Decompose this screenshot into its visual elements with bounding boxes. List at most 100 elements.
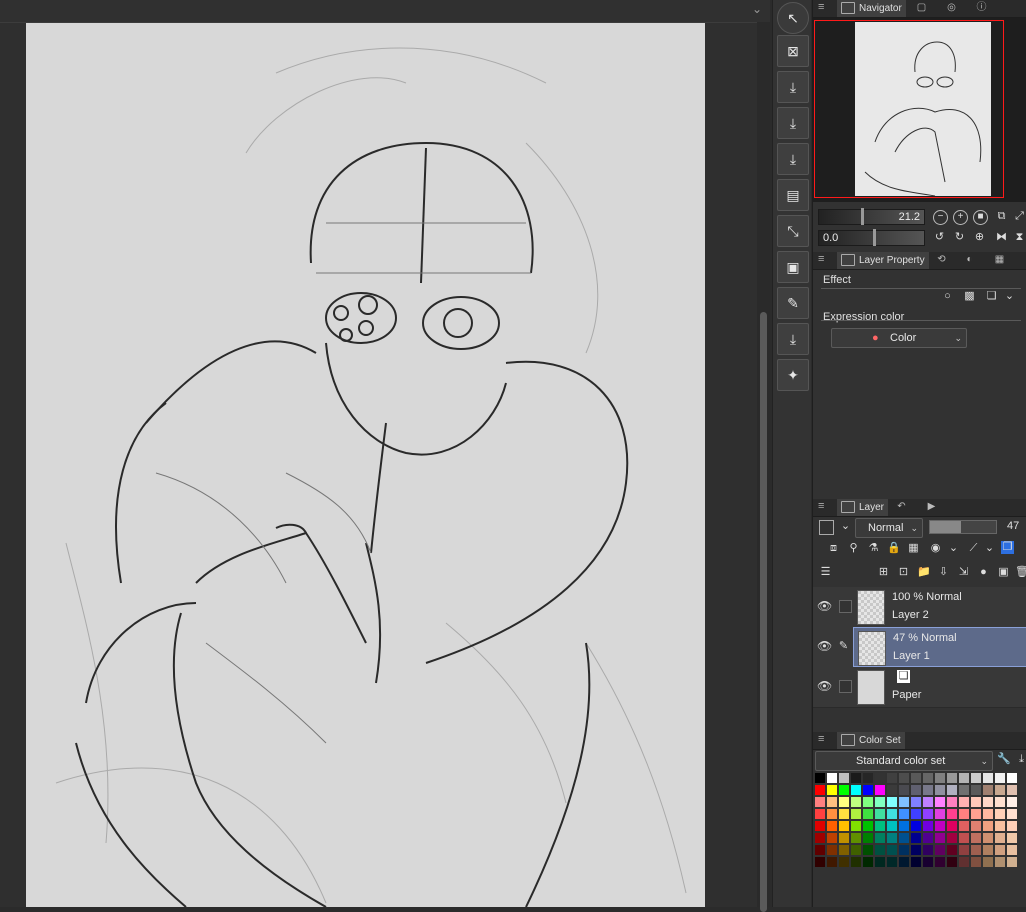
lock-icon[interactable]: 🔒 [887,542,901,555]
color-swatch[interactable] [995,785,1005,795]
color-swatch[interactable] [899,845,909,855]
color-swatch[interactable] [947,857,957,867]
color-swatch[interactable] [899,809,909,819]
color-swatch[interactable] [983,785,993,795]
color-swatch[interactable] [887,797,897,807]
color-swatch[interactable] [959,785,969,795]
color-swatch[interactable] [947,833,957,843]
color-swatch[interactable] [923,845,933,855]
color-swatch[interactable] [827,797,837,807]
color-swatch[interactable] [839,809,849,819]
flip-vertical-icon[interactable]: ⧗ [1013,231,1026,244]
color-swatch[interactable] [911,833,921,843]
color-swatch[interactable] [947,845,957,855]
chevron-down-icon[interactable]: ⌄ [983,542,996,555]
color-swatch[interactable] [875,773,885,783]
color-swatch[interactable] [959,833,969,843]
color-swatch[interactable] [983,845,993,855]
layer-color-icon[interactable]: ❐ [1001,541,1014,554]
tab-color-set[interactable]: Color Set [837,732,905,749]
color-swatch[interactable] [1007,833,1017,843]
color-swatch[interactable] [827,785,837,795]
info-icon[interactable]: ⓘ [975,2,988,14]
color-swatch[interactable] [887,821,897,831]
color-swatch[interactable] [923,809,933,819]
close-file-icon[interactable]: ⊠ [777,35,809,67]
color-swatch[interactable] [875,809,885,819]
color-swatch[interactable] [971,833,981,843]
menu-icon[interactable]: ≡ [818,733,824,745]
transform-icon[interactable]: ⤡ [777,215,809,247]
color-swatch[interactable] [995,857,1005,867]
tone-effect-icon[interactable]: ▩ [963,290,976,303]
eye-icon[interactable]: 👁 [817,599,832,613]
color-swatch[interactable] [911,773,921,783]
eye-icon[interactable]: 👁 [817,639,832,653]
color-swatch[interactable] [887,857,897,867]
color-swatch[interactable] [995,809,1005,819]
color-swatch[interactable] [839,845,849,855]
color-swatch[interactable] [983,857,993,867]
color-swatch[interactable] [935,773,945,783]
chevron-down-icon[interactable]: ⌄ [1003,290,1016,303]
color-swatch[interactable] [899,821,909,831]
color-swatch[interactable] [983,833,993,843]
color-swatch[interactable] [887,833,897,843]
edit-icon[interactable]: ✎ [777,287,809,319]
color-swatch[interactable] [911,809,921,819]
layout-icon[interactable]: ▤ [777,179,809,211]
color-swatch[interactable] [827,845,837,855]
color-swatch[interactable] [839,821,849,831]
color-swatch[interactable] [947,773,957,783]
color-swatch[interactable] [887,785,897,795]
layer-color-icon[interactable]: ❏ [985,290,998,303]
layer-color-toggle[interactable] [819,520,834,535]
color-swatch[interactable] [923,797,933,807]
new-folder-icon[interactable]: 📁 [917,566,931,579]
color-swatch[interactable] [815,845,825,855]
new-raster-layer-icon[interactable]: ⊞ [877,566,890,579]
color-swatch[interactable] [935,785,945,795]
color-swatch[interactable] [851,821,861,831]
color-swatch[interactable] [935,833,945,843]
color-swatch[interactable] [959,809,969,819]
opacity-slider[interactable] [929,520,997,534]
download-icon[interactable]: ⤓ [1015,753,1026,766]
mask-icon[interactable]: ◉ [929,542,942,555]
tab-navigator[interactable]: Navigator [837,0,906,17]
color-swatch-grid[interactable] [815,773,1022,868]
color-swatch[interactable] [827,821,837,831]
import-icon[interactable]: ⤓ [777,71,809,103]
menu-icon[interactable]: ≡ [818,253,824,265]
color-swatch[interactable] [983,797,993,807]
export-icon[interactable]: ⤓ [777,107,809,139]
fit-navigator-icon[interactable]: ⤢ [1013,210,1026,223]
color-swatch[interactable] [827,809,837,819]
color-swatch[interactable] [875,845,885,855]
zoom-in-icon[interactable]: + [953,210,968,225]
color-swatch[interactable] [935,809,945,819]
vertical-scrollbar[interactable] [757,22,770,912]
color-swatch[interactable] [995,821,1005,831]
color-swatch[interactable] [947,797,957,807]
color-swatch[interactable] [899,857,909,867]
transfer-down-icon[interactable]: ⇩ [937,566,950,579]
color-swatch[interactable] [1007,785,1017,795]
color-swatch[interactable] [923,785,933,795]
color-swatch[interactable] [839,773,849,783]
apply-mask-icon[interactable]: ▣ [997,566,1010,579]
color-swatch[interactable] [911,785,921,795]
tab-icon-2[interactable]: ◐ [963,254,976,266]
save-icon[interactable]: ⤓ [777,143,809,175]
auto-action-icon[interactable]: ▶ [925,501,938,513]
border-effect-icon[interactable]: ○ [941,290,954,303]
layer-row[interactable]: 👁 ✎ 47 % Normal Layer 1 [813,627,1026,668]
color-swatch[interactable] [851,845,861,855]
color-swatch[interactable] [851,809,861,819]
color-swatch[interactable] [863,821,873,831]
drawing-canvas[interactable] [26,23,705,907]
color-swatch[interactable] [959,857,969,867]
menu-icon[interactable]: ≡ [818,1,824,13]
layer-select-checkbox[interactable] [839,680,852,693]
color-swatch[interactable] [935,845,945,855]
